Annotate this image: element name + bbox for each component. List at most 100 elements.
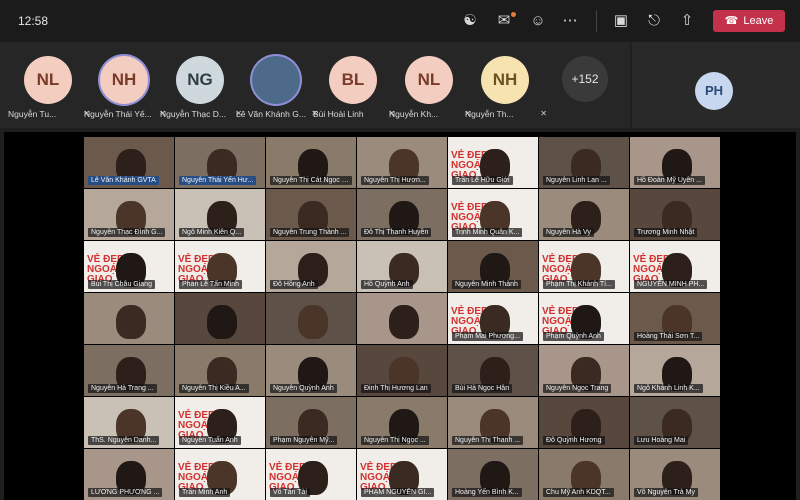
participant-video-tile[interactable]: Đỗ Quỳnh Hương <box>539 397 629 448</box>
participant-video-tile[interactable]: Nguyễn Thị Kiều A... <box>175 345 265 396</box>
participant-video-tile[interactable]: Hồ Đoàn Mỹ Uyên ... <box>630 137 720 188</box>
participant-name-label: Hồ Đoàn Mỹ Uyên ... <box>634 176 705 185</box>
participant-video-tile[interactable]: Ngô Khánh Linh K... <box>630 345 720 396</box>
participant-name-label: Lưu Hoàng Mai <box>634 436 689 445</box>
participant-video-tile[interactable]: Nguyễn Minh Thành <box>448 241 538 292</box>
participant-name-label: Trần Lê Hữu Giới <box>452 176 513 185</box>
participant-video-tile[interactable]: Võ Nguyễn Trà My <box>630 449 720 500</box>
share-icon[interactable]: ⇧ <box>677 11 697 31</box>
participant-video-tile[interactable]: Nguyễn Quỳnh Anh <box>266 345 356 396</box>
participant-name-label: Nguyễn Thị Ngọc ... <box>361 436 429 445</box>
participant-video-tile[interactable]: Nguyễn Thị Hươn... <box>357 137 447 188</box>
participant-video-tile[interactable]: Nguyễn Trung Thành ... <box>266 189 356 240</box>
camera-off-icon[interactable]: ▣ <box>611 11 631 31</box>
participant-name-label: Hồ Quỳnh Anh <box>361 280 413 289</box>
participant-face <box>389 305 419 339</box>
attendee-tile[interactable]: Lê Văn Khánh G... ✕ <box>236 56 318 126</box>
participant-name-label: Trương Minh Nhật <box>634 228 698 237</box>
reactions-icon[interactable]: ☺ <box>528 11 548 31</box>
attendee-name: Nguyễn Tu... <box>8 109 57 119</box>
participant-video-tile[interactable]: LƯƠNG PHƯƠNG ... <box>84 449 174 500</box>
participant-video-tile[interactable]: Nguyễn Thị Cát Ngọc GV... <box>266 137 356 188</box>
attendee-tile[interactable]: NH Nguyễn Thái Yế... ✕ <box>84 56 166 126</box>
participant-video-tile[interactable]: Đỗ Hồng Anh <box>266 241 356 292</box>
more-icon[interactable]: ⋯ <box>560 11 580 31</box>
attendee-tile[interactable]: NG Nguyễn Thạc D... ✕ <box>160 56 242 126</box>
people-icon[interactable]: ☯ <box>460 11 480 31</box>
participant-name-label: Chu Mỹ Anh KDQT... <box>543 488 614 497</box>
participant-video-tile[interactable]: Lưu Hoàng Mai <box>630 397 720 448</box>
participant-video-tile[interactable]: Phạm Nguyễn Mỹ... <box>266 397 356 448</box>
attendee-name: Nguyễn Thái Yế... <box>84 109 152 119</box>
more-attendees-button[interactable]: +152 <box>562 56 608 102</box>
participant-name-label: Ngô Minh Kiên Q... <box>179 228 245 237</box>
participant-name-label: Đỗ Thị Thanh Huyền <box>361 228 432 237</box>
participant-video-tile[interactable]: Ngô Minh Kiên Q... <box>175 189 265 240</box>
participant-video-tile[interactable] <box>266 293 356 344</box>
participant-video-tile[interactable]: Lê Văn Khánh GVTA <box>84 137 174 188</box>
participant-name-label: Nguyễn Linh Lan ... <box>543 176 610 185</box>
participant-video-tile[interactable]: ThS. Nguyễn Danh... <box>84 397 174 448</box>
panel-avatar[interactable]: PH <box>695 72 733 110</box>
participant-name-label: Phạm Nguyễn Mỹ... <box>270 436 338 445</box>
leave-button[interactable]: ☎ Leave <box>713 10 785 32</box>
participant-video-tile[interactable] <box>84 293 174 344</box>
attendee-tile[interactable]: NH Nguyễn Th... ✕ <box>465 56 547 126</box>
participant-video-tile[interactable]: Nguyễn Hà Vy <box>539 189 629 240</box>
participant-video-tile[interactable]: Nguyễn Thạc Đình G... <box>84 189 174 240</box>
participant-video-tile[interactable]: Nguyễn Thái Yến Hư... <box>175 137 265 188</box>
participant-name-label: Đỗ Hồng Anh <box>270 280 318 289</box>
attendee-name: Bùi Hoài Linh <box>313 109 364 119</box>
participant-face <box>298 305 328 339</box>
participant-name-label: Nguyễn Thị Thanh ... <box>452 436 524 445</box>
attendee-name: Nguyễn Kh... <box>389 109 439 119</box>
attendee-name: Lê Văn Khánh G... <box>236 109 306 119</box>
participant-video-tile[interactable]: VẺ ĐẸP NGOẠI GIAOPhan Lê Tấn Minh <box>175 241 265 292</box>
participant-video-tile[interactable]: Trương Minh Nhật <box>630 189 720 240</box>
avatar: NL <box>24 56 72 104</box>
participant-name-label: Hoàng Yến Bình K... <box>452 488 522 497</box>
participant-video-tile[interactable]: VẺ ĐẸP NGOẠI GIAOPhạm Mai Phương... <box>448 293 538 344</box>
participant-video-tile[interactable]: Hồ Quỳnh Anh <box>357 241 447 292</box>
participant-video-tile[interactable]: Bùi Hà Ngọc Hân <box>448 345 538 396</box>
participant-video-tile[interactable]: Hoàng Yến Bình K... <box>448 449 538 500</box>
participant-video-tile[interactable]: VẺ ĐẸP NGOẠI GIAONGUYỄN MINH PH... <box>630 241 720 292</box>
participant-video-tile[interactable]: VẺ ĐẸP NGOẠI GIAOPhạm Quỳnh Anh <box>539 293 629 344</box>
participant-name-label: Nguyễn Tuấn Anh <box>179 436 241 445</box>
participant-video-tile[interactable]: Đỗ Thị Thanh Huyền <box>357 189 447 240</box>
participant-name-label: Lê Văn Khánh GVTA <box>88 176 159 185</box>
participant-face <box>116 305 146 339</box>
participant-name-label: Nguyễn Quỳnh Anh <box>270 384 337 393</box>
participant-name-label: Nguyễn Hà Vy <box>543 228 594 237</box>
leave-label: Leave <box>743 15 774 27</box>
participant-video-tile[interactable]: Nguyễn Ngọc Trang <box>539 345 629 396</box>
participant-video-tile[interactable]: VẺ ĐẸP NGOẠI GIAOVõ Tấn Tài <box>266 449 356 500</box>
participant-video-tile[interactable]: VẺ ĐẸP NGOẠI GIAOBùi Thị Châu Giang <box>84 241 174 292</box>
participant-video-tile[interactable] <box>175 293 265 344</box>
participant-video-tile[interactable]: Nguyễn Linh Lan ... <box>539 137 629 188</box>
participant-video-tile[interactable] <box>357 293 447 344</box>
participant-video-tile[interactable]: VẺ ĐẸP NGOẠI GIAOTrịnh Minh Quân K... <box>448 189 538 240</box>
participant-video-tile[interactable]: Nguyễn Thị Ngọc ... <box>357 397 447 448</box>
participant-video-tile[interactable]: Đinh Thị Hương Lan <box>357 345 447 396</box>
participant-video-tile[interactable]: VẺ ĐẸP NGOẠI GIAOPHẠM NGUYỄN GI... <box>357 449 447 500</box>
toolbar-divider <box>596 10 597 32</box>
participant-video-tile[interactable]: VẺ ĐẸP NGOẠI GIAOPhạm Thị Khánh Tí... <box>539 241 629 292</box>
attendee-tile[interactable]: BL Bùi Hoài Linh ✕ <box>313 56 395 126</box>
participant-video-tile[interactable]: VẺ ĐẸP NGOẠI GIAOTrần Minh Anh <box>175 449 265 500</box>
attendee-tile[interactable]: NL Nguyễn Kh... ✕ <box>389 56 471 126</box>
avatar: NL <box>405 56 453 104</box>
participant-name-label: NGUYỄN MINH PH... <box>634 280 708 289</box>
participant-name-label: Nguyễn Minh Thành <box>452 280 521 289</box>
meeting-toolbar: 12:58 ☯ ✉ ☺ ⋯ ▣ ⎋ ⇧ ☎ Leave <box>0 0 800 42</box>
participant-video-tile[interactable]: Hoàng Thái Sơn T... <box>630 293 720 344</box>
participant-video-tile[interactable]: Chu Mỹ Anh KDQT... <box>539 449 629 500</box>
attendee-tile[interactable]: NL Nguyễn Tu... ✕ <box>8 56 90 126</box>
mic-off-icon[interactable]: ⎋ <box>644 11 664 31</box>
participant-name-label: Võ Nguyễn Trà My <box>634 488 698 497</box>
participant-video-tile[interactable]: VẺ ĐẸP NGOẠI GIAONguyễn Tuấn Anh <box>175 397 265 448</box>
participant-video-tile[interactable]: VẺ ĐẸP NGOẠI GIAOTrần Lê Hữu Giới <box>448 137 538 188</box>
avatar: NH <box>100 56 148 104</box>
participant-video-tile[interactable]: Nguyễn Hà Trang ... <box>84 345 174 396</box>
participant-video-tile[interactable]: Nguyễn Thị Thanh ... <box>448 397 538 448</box>
